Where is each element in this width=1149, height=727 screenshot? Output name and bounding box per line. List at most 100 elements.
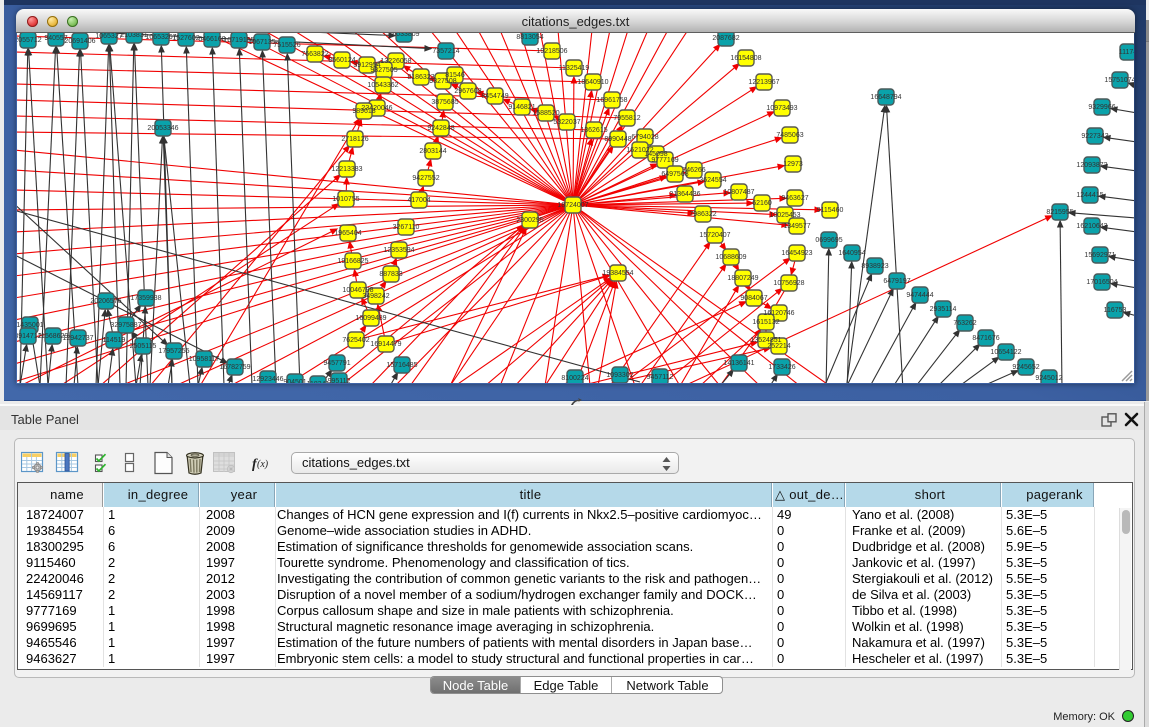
svg-text:12923446: 12923446 [252,376,283,383]
svg-text:7625402: 7625402 [342,337,369,344]
svg-text:20206576: 20206576 [90,298,121,305]
svg-text:8100224: 8100224 [561,375,588,382]
svg-text:20053346: 20053346 [147,125,178,132]
svg-text:18724007: 18724007 [557,202,588,209]
svg-text:9245012: 9245012 [1035,375,1062,382]
svg-text:16210643: 16210643 [1076,223,1107,230]
svg-text:15751074: 15751074 [1104,77,1134,84]
svg-text:2935114: 2935114 [930,306,957,313]
svg-text:6466160: 6466160 [198,36,225,43]
svg-text:9457791: 9457791 [323,360,350,367]
svg-text:2967608: 2967608 [454,88,481,95]
svg-text:11325419: 11325419 [559,65,590,72]
svg-text:18807249: 18807249 [727,275,758,282]
svg-text:252214: 252214 [767,343,790,350]
svg-text:(x): (x) [257,459,269,470]
svg-text:7357214: 7357214 [432,48,459,55]
svg-text:7663822: 7663822 [301,51,328,58]
svg-text:8813054: 8813054 [516,34,543,41]
svg-text:0699695: 0699695 [815,237,842,244]
svg-text:989618: 989618 [352,108,375,115]
svg-text:12973: 12973 [783,161,803,168]
svg-text:21364436: 21364436 [669,191,700,198]
svg-text:1349577: 1349577 [783,223,810,230]
svg-text:116753: 116753 [1104,307,1127,314]
svg-text:10756928: 10756928 [773,280,804,287]
svg-text:9242848: 9242848 [427,125,454,132]
svg-text:12093872: 12093872 [1076,162,1107,169]
svg-text:8990448: 8990448 [604,136,631,143]
svg-text:3875685: 3875685 [431,99,458,106]
svg-text:904501: 904501 [283,379,306,383]
svg-text:11174: 11174 [1119,49,1134,56]
svg-text:1010755: 1010755 [332,196,359,203]
svg-text:9329966: 9329966 [1088,104,1115,111]
svg-text:16648794: 16648794 [870,94,901,101]
svg-text:10654122: 10654122 [990,349,1021,356]
svg-text:18640910: 18640910 [577,79,608,86]
svg-text:16099489: 16099489 [355,315,386,322]
svg-text:2087682: 2087682 [712,35,739,42]
svg-text:417004: 417004 [407,197,430,204]
svg-text:7986322: 7986322 [689,211,716,218]
svg-text:10688609: 10688609 [715,254,746,261]
svg-text:9227343: 9227343 [1081,133,1108,140]
svg-text:9084067: 9084067 [740,295,767,302]
svg-text:2718126: 2718126 [341,136,368,143]
svg-text:16120746: 16120746 [763,310,794,317]
svg-text:13226058: 13226058 [380,58,411,65]
svg-text:7955812: 7955812 [613,115,640,122]
svg-text:7485063: 7485063 [776,132,803,139]
svg-text:19218506: 19218506 [536,48,567,55]
svg-text:15720407: 15720407 [699,232,730,239]
svg-text:9245652: 9245652 [1012,364,1039,371]
svg-text:763262: 763262 [953,320,976,327]
svg-text:1244415: 1244415 [1076,192,1103,199]
svg-text:12942737: 12942737 [62,335,93,342]
svg-text:10543362: 10543362 [367,82,398,89]
svg-text:10973493: 10973493 [766,105,797,112]
svg-text:995112: 995112 [328,378,351,383]
svg-text:3498242: 3498242 [362,293,389,300]
svg-text:9777169: 9777169 [651,157,678,164]
svg-text:19166825: 19166825 [337,258,368,265]
svg-text:16033809: 16033809 [388,33,419,38]
svg-text:8471676: 8471676 [972,335,999,342]
svg-text:9463627: 9463627 [781,195,808,202]
svg-text:114519: 114519 [103,337,126,344]
svg-text:9457112: 9457112 [647,374,674,381]
svg-text:12213383: 12213383 [331,166,362,173]
svg-text:17359938: 17359938 [130,295,161,302]
svg-text:2803144: 2803144 [419,148,446,155]
svg-text:8938923: 8938923 [861,263,888,270]
svg-text:2505115: 2505115 [130,343,157,350]
svg-text:7515526: 7515526 [273,42,300,49]
svg-text:1588520: 1588520 [532,110,559,117]
svg-text:1615132: 1615132 [752,319,779,326]
svg-text:16914479: 16914479 [370,341,401,348]
svg-text:5322037: 5322037 [553,119,580,126]
svg-text:2300295: 2300295 [516,217,543,224]
svg-text:15716485: 15716485 [386,362,417,369]
svg-text:1065327: 1065327 [95,33,122,40]
svg-text:16154808: 16154808 [730,55,761,62]
svg-text:3267110: 3267110 [393,224,420,231]
svg-text:81546: 81546 [445,72,465,79]
svg-text:1435001: 1435001 [17,322,44,329]
svg-text:62160: 62160 [752,200,772,207]
svg-text:8454749: 8454749 [481,93,508,100]
svg-text:16454923: 16454923 [781,250,812,257]
svg-text:2103831: 2103831 [120,33,147,39]
svg-text:20691406: 20691406 [64,38,95,45]
svg-text:8215955: 8215955 [1046,209,1073,216]
svg-text:2055712: 2055712 [17,37,42,44]
svg-text:1965404: 1965404 [334,230,361,237]
svg-text:6497568: 6497568 [661,171,688,178]
svg-text:1527602: 1527602 [172,35,199,42]
svg-text:17016504: 17016504 [1086,279,1117,286]
svg-text:16782759: 16782759 [219,364,250,371]
svg-text:9327508: 9327508 [429,78,456,85]
svg-text:887833: 887833 [379,271,402,278]
svg-text:14136141: 14136141 [723,360,754,367]
svg-text:32975887: 32975887 [110,322,141,329]
